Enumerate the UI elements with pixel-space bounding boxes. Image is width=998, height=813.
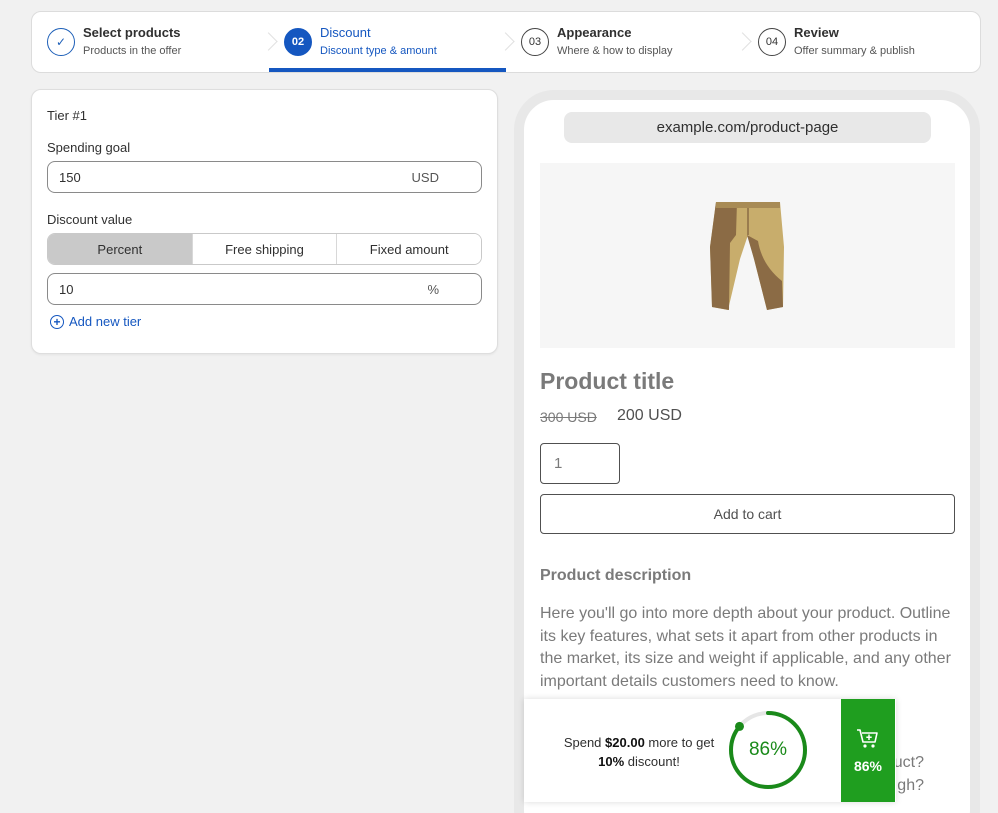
- step-discount[interactable]: 02 Discount Discount type & amount: [269, 12, 506, 72]
- step-title: Appearance: [557, 25, 632, 40]
- spending-goal-input[interactable]: 150 USD: [47, 161, 482, 193]
- discount-value-label: Discount value: [47, 212, 133, 227]
- step-subtitle: Products in the offer: [83, 45, 182, 57]
- tier-title: Tier #1: [47, 108, 87, 123]
- add-new-tier-label: Add new tier: [69, 314, 142, 329]
- product-title: Product title: [540, 368, 675, 394]
- popup-amount: $20.00: [605, 735, 645, 750]
- popup-text-prefix: Spend: [563, 735, 602, 750]
- cart-progress-button[interactable]: 86%: [841, 699, 895, 802]
- step-review[interactable]: 04 Review Offer summary & publish: [743, 12, 980, 72]
- tier-card: Tier #1 Spending goal 150 USD Discount v…: [31, 89, 498, 354]
- step-select-products[interactable]: ✓ Select products Products in the offer: [32, 12, 269, 72]
- shorts-icon: [710, 202, 784, 310]
- add-new-tier-button[interactable]: + Add new tier: [50, 314, 141, 329]
- popup-message: Spend $20.00 more to get 10% discount!: [544, 733, 734, 771]
- spending-goal-label: Spending goal: [47, 140, 131, 155]
- check-icon: ✓: [47, 28, 75, 56]
- discount-type-percent[interactable]: Percent: [48, 234, 192, 264]
- popup-text-mid: more to get: [648, 735, 715, 750]
- step-number-badge: 02: [284, 28, 312, 56]
- quantity-input[interactable]: 1: [540, 443, 620, 484]
- step-title: Discount: [320, 25, 371, 40]
- popup-discount: 10%: [598, 754, 625, 769]
- add-to-cart-button[interactable]: Add to cart: [540, 494, 955, 534]
- discount-value-input[interactable]: 10 %: [47, 273, 482, 305]
- step-number-badge: 04: [758, 28, 786, 56]
- url-bar: example.com/product-page: [564, 112, 931, 143]
- percent-suffix: %: [427, 282, 439, 297]
- step-appearance[interactable]: 03 Appearance Where & how to display: [506, 12, 743, 72]
- plus-circle-icon: +: [50, 314, 64, 329]
- step-subtitle: Discount type & amount: [320, 45, 437, 57]
- spending-goal-value: 150: [59, 170, 81, 185]
- step-subtitle: Where & how to display: [557, 45, 673, 57]
- stepper: ✓ Select products Products in the offer …: [31, 11, 981, 73]
- old-price: 300 USD: [540, 409, 597, 425]
- discount-type-selector: Percent Free shipping Fixed amount: [47, 233, 482, 265]
- product-description: Here you'll go into more depth about you…: [540, 605, 951, 690]
- product-description-heading: Product description: [540, 567, 692, 584]
- product-image: [540, 163, 955, 348]
- cart-plus-icon: [857, 728, 878, 748]
- progress-label: 86%: [748, 739, 788, 760]
- cart-percent: 86%: [853, 757, 883, 774]
- discount-type-fixed-amount[interactable]: Fixed amount: [336, 234, 481, 264]
- step-title: Select products: [83, 25, 181, 40]
- popup-text-suffix: discount!: [627, 754, 680, 769]
- step-title: Review: [794, 25, 839, 40]
- step-number-badge: 03: [521, 28, 549, 56]
- discount-progress-popup: Spend $20.00 more to get 10% discount! 8…: [524, 699, 896, 802]
- discount-type-free-shipping[interactable]: Free shipping: [191, 234, 337, 264]
- currency-suffix: USD: [411, 170, 439, 185]
- discount-value: 10: [59, 282, 74, 297]
- step-subtitle: Offer summary & publish: [794, 45, 915, 57]
- new-price: 200 USD: [617, 407, 682, 424]
